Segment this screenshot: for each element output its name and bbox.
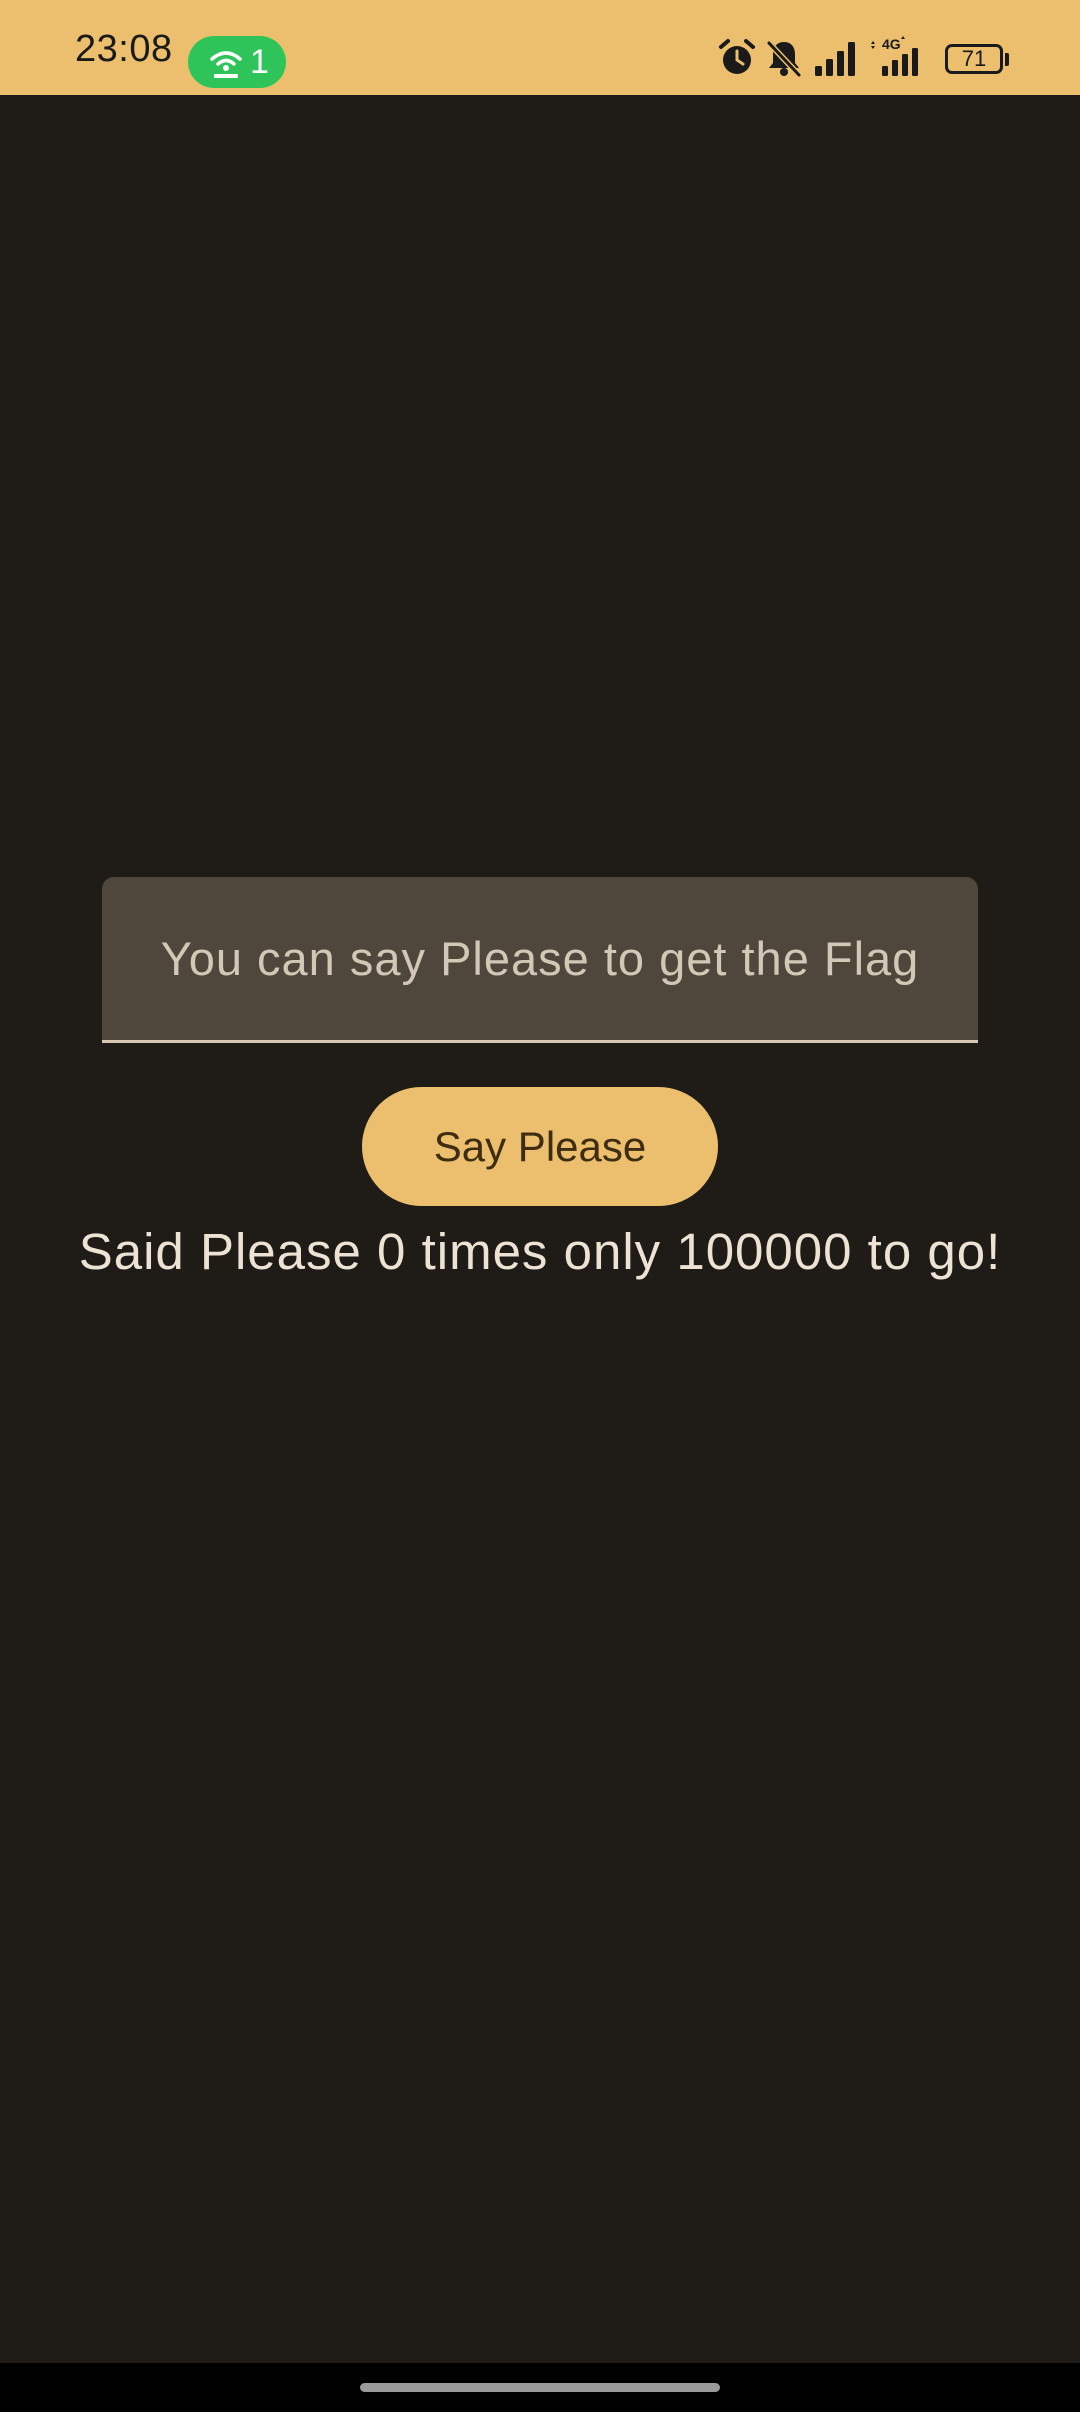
battery-icon: 71 (945, 44, 1009, 78)
network-label: 4G (882, 36, 901, 52)
say-please-button[interactable]: Say Please (362, 1087, 718, 1206)
bell-off-icon (766, 40, 802, 78)
please-counter-text: Said Please 0 times only 100000 to go! (78, 1223, 1002, 1280)
status-bar: 23:08 1 4G 71 (0, 0, 1080, 95)
app-screen: 23:08 1 4G 71 You can say Please to get … (0, 0, 1080, 2412)
hotspot-icon (210, 51, 242, 78)
hotspot-count: 1 (250, 43, 269, 81)
message-input[interactable] (102, 877, 978, 1040)
status-time: 23:08 (75, 28, 173, 70)
home-gesture-handle[interactable] (360, 2383, 720, 2392)
alarm-icon (719, 39, 755, 74)
hotspot-indicator: 1 (188, 36, 286, 88)
message-field[interactable] (102, 877, 978, 1043)
battery-level: 71 (961, 46, 987, 71)
signal-icon (815, 42, 855, 76)
signal-4g-icon: 4G (871, 36, 918, 76)
battery-tip (1005, 53, 1009, 66)
